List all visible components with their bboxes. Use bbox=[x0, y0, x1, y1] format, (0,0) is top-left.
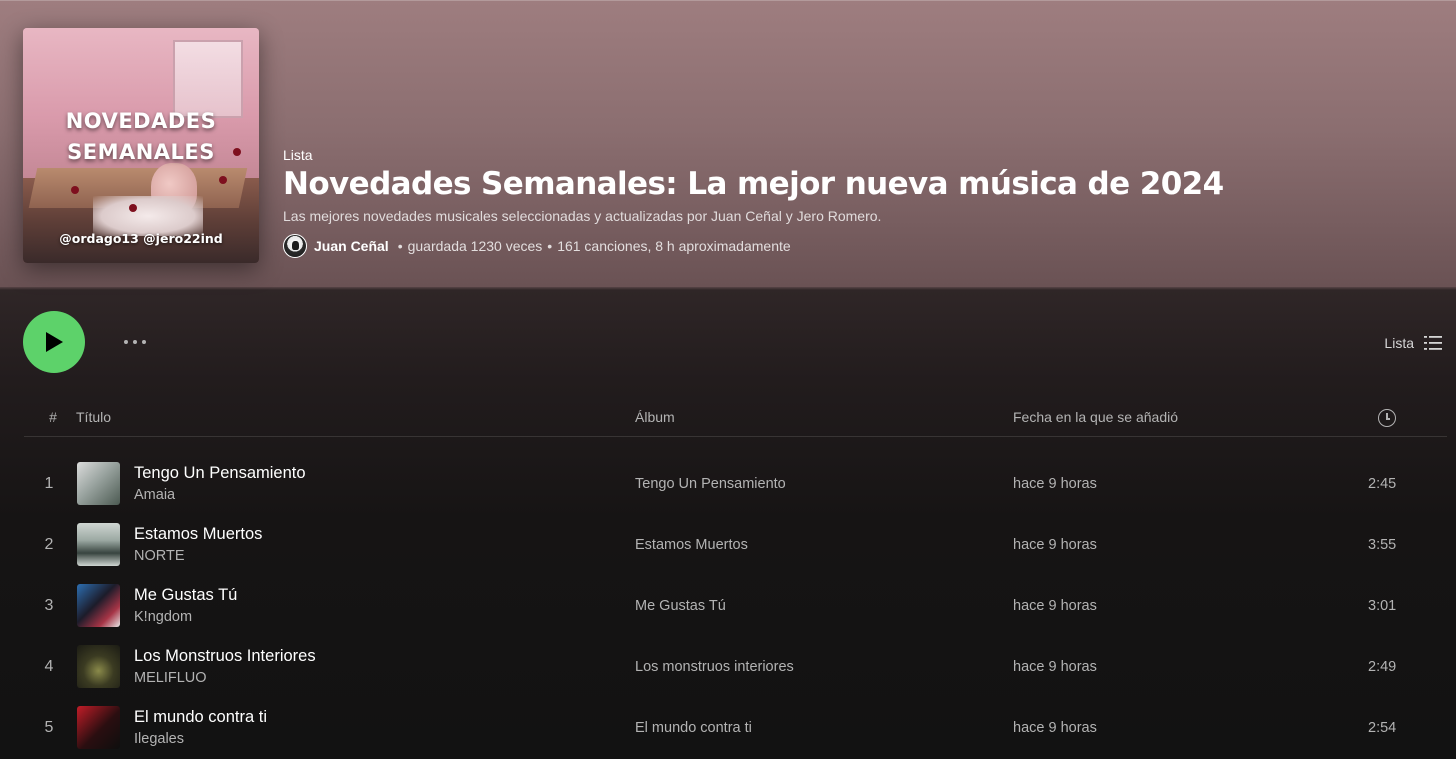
playlist-header: NOVEDADES SEMANALES @ordago13 @jero22ind… bbox=[0, 0, 1456, 287]
track-number: 3 bbox=[44, 597, 54, 614]
more-options-button[interactable] bbox=[118, 330, 152, 354]
track-duration: 3:01 bbox=[1368, 598, 1397, 614]
cover-rose bbox=[219, 176, 227, 184]
cover-sheet bbox=[93, 196, 203, 236]
separator-dot: • bbox=[547, 238, 553, 254]
track-stats: 161 canciones, 8 h aproximadamente bbox=[557, 238, 791, 254]
cover-handles: @ordago13 @jero22ind bbox=[59, 231, 223, 246]
header-date-added[interactable]: Fecha en la que se añadió bbox=[1013, 409, 1178, 425]
track-album[interactable]: Tengo Un Pensamiento bbox=[635, 476, 786, 492]
track-artist[interactable]: Amaia bbox=[134, 487, 306, 503]
track-date-added: hace 9 horas bbox=[1013, 659, 1097, 675]
track-number: 2 bbox=[44, 536, 54, 553]
track-album[interactable]: Me Gustas Tú bbox=[635, 598, 726, 614]
track-row[interactable]: 3 Me Gustas Tú K!ngdom Me Gustas Tú hace… bbox=[24, 574, 1447, 635]
owner-avatar[interactable] bbox=[283, 234, 307, 258]
playlist-meta: Lista Novedades Semanales: La mejor nuev… bbox=[283, 147, 1433, 258]
header-number: # bbox=[49, 409, 57, 425]
cover-title-line-2: SEMANALES bbox=[67, 140, 215, 164]
track-title[interactable]: Los Monstruos Interiores bbox=[134, 647, 316, 666]
header-album[interactable]: Álbum bbox=[635, 409, 675, 425]
view-label: Lista bbox=[1384, 335, 1414, 351]
header-title[interactable]: Título bbox=[76, 409, 111, 425]
track-title[interactable]: El mundo contra ti bbox=[134, 708, 267, 727]
cover-title-line-1: NOVEDADES bbox=[65, 109, 217, 133]
track-row[interactable]: 5 El mundo contra ti Ilegales El mundo c… bbox=[24, 696, 1447, 757]
more-icon bbox=[124, 340, 128, 344]
track-album[interactable]: Estamos Muertos bbox=[635, 537, 748, 553]
view-toggle-button[interactable]: Lista bbox=[1384, 332, 1442, 354]
track-info: Tengo Un Pensamiento Amaia bbox=[134, 464, 306, 503]
track-row[interactable]: 2 Estamos Muertos NORTE Estamos Muertos … bbox=[24, 513, 1447, 574]
play-button[interactable] bbox=[23, 311, 85, 373]
playlist-type-label: Lista bbox=[283, 147, 313, 163]
track-row[interactable]: 1 Tengo Un Pensamiento Amaia Tengo Un Pe… bbox=[24, 452, 1447, 513]
playlist-description: Las mejores novedades musicales seleccio… bbox=[283, 208, 882, 224]
track-title[interactable]: Estamos Muertos bbox=[134, 525, 262, 544]
track-album[interactable]: El mundo contra ti bbox=[635, 720, 752, 736]
cover-rose bbox=[129, 204, 137, 212]
play-icon bbox=[46, 332, 63, 352]
playlist-cover[interactable]: NOVEDADES SEMANALES @ordago13 @jero22ind bbox=[23, 28, 259, 263]
track-row[interactable]: 4 Los Monstruos Interiores MELIFLUO Los … bbox=[24, 635, 1447, 696]
track-date-added: hace 9 horas bbox=[1013, 598, 1097, 614]
header-duration[interactable] bbox=[1378, 409, 1396, 427]
more-icon-dot bbox=[142, 340, 146, 344]
track-artist[interactable]: K!ngdom bbox=[134, 609, 237, 625]
track-info: El mundo contra ti Ilegales bbox=[134, 708, 267, 747]
list-icon bbox=[1424, 336, 1442, 350]
track-info: Los Monstruos Interiores MELIFLUO bbox=[134, 647, 316, 686]
track-title[interactable]: Tengo Un Pensamiento bbox=[134, 464, 306, 483]
track-artwork bbox=[77, 645, 120, 688]
track-number: 5 bbox=[44, 719, 54, 736]
track-artwork bbox=[77, 584, 120, 627]
spotify-playlist-view: NOVEDADES SEMANALES @ordago13 @jero22ind… bbox=[0, 0, 1456, 759]
track-artist[interactable]: MELIFLUO bbox=[134, 670, 316, 686]
track-duration: 2:45 bbox=[1368, 476, 1397, 492]
cover-window bbox=[173, 40, 243, 118]
track-artwork bbox=[77, 523, 120, 566]
track-artist[interactable]: NORTE bbox=[134, 548, 262, 564]
track-artist[interactable]: Ilegales bbox=[134, 731, 267, 747]
playlist-title: Novedades Semanales: La mejor nueva músi… bbox=[283, 166, 1224, 202]
separator-dot: • bbox=[397, 238, 403, 254]
track-info: Me Gustas Tú K!ngdom bbox=[134, 586, 237, 625]
track-duration: 3:55 bbox=[1368, 537, 1397, 553]
track-info: Estamos Muertos NORTE bbox=[134, 525, 262, 564]
track-title[interactable]: Me Gustas Tú bbox=[134, 586, 237, 605]
track-number: 4 bbox=[44, 658, 54, 675]
track-artwork bbox=[77, 462, 120, 505]
tracklist-header: # Título Álbum Fecha en la que se añadió bbox=[24, 402, 1447, 437]
tracklist: 1 Tengo Un Pensamiento Amaia Tengo Un Pe… bbox=[24, 452, 1447, 757]
track-date-added: hace 9 horas bbox=[1013, 476, 1097, 492]
playlist-byline: Juan Ceñal • guardada 1230 veces • 161 c… bbox=[283, 234, 1433, 258]
track-date-added: hace 9 horas bbox=[1013, 720, 1097, 736]
clock-icon bbox=[1378, 409, 1396, 427]
saves-count: guardada 1230 veces bbox=[407, 238, 543, 254]
cover-rose bbox=[71, 186, 79, 194]
track-duration: 2:54 bbox=[1368, 720, 1397, 736]
track-artwork bbox=[77, 706, 120, 749]
track-number: 1 bbox=[44, 475, 54, 492]
owner-link[interactable]: Juan Ceñal bbox=[314, 238, 389, 254]
more-icon-dot bbox=[133, 340, 137, 344]
track-date-added: hace 9 horas bbox=[1013, 537, 1097, 553]
track-album[interactable]: Los monstruos interiores bbox=[635, 659, 794, 675]
track-duration: 2:49 bbox=[1368, 659, 1397, 675]
